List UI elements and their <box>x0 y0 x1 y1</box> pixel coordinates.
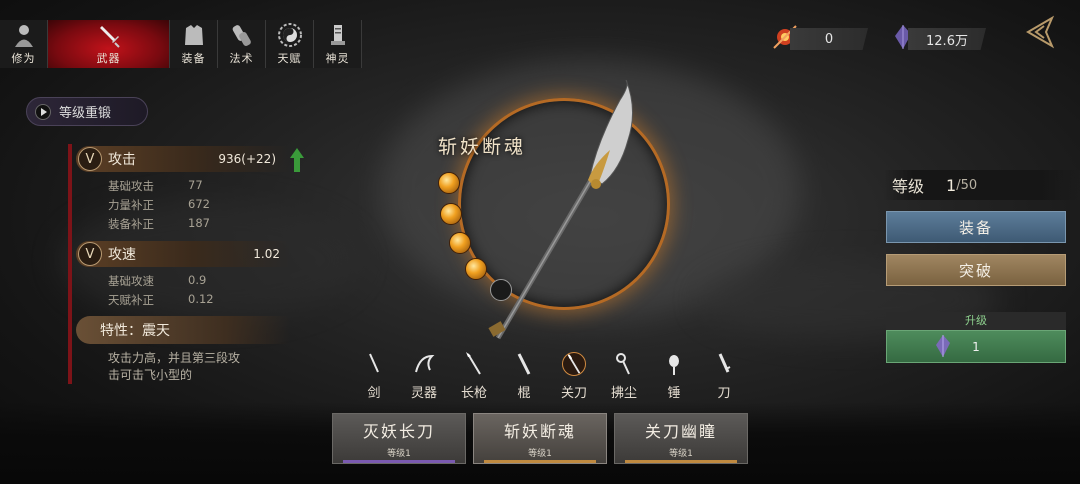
tab-cultivation[interactable]: 修为 <box>0 20 48 68</box>
tab-label: 法术 <box>229 52 254 65</box>
speed-label: 攻速 <box>108 247 136 263</box>
cultivator-icon <box>14 25 33 47</box>
equip-button[interactable]: 装备 <box>886 211 1066 243</box>
play-icon <box>35 103 51 120</box>
currency-spirit-value: 0 <box>790 28 868 50</box>
level-current: 1 <box>946 175 957 195</box>
tab-spells[interactable]: 法术 <box>218 20 266 68</box>
exit-icon[interactable] <box>1022 14 1058 50</box>
dragon-artifact-icon <box>415 354 435 373</box>
tab-label: 修为 <box>11 52 36 65</box>
arrow-up-icon <box>290 148 304 172</box>
weapon-type-staff[interactable]: 棍 <box>510 352 538 401</box>
weapon-type-whisk[interactable]: 拂尘 <box>610 352 638 401</box>
tab-talent[interactable]: 天赋 <box>266 20 314 68</box>
tab-equipment[interactable]: 装备 <box>170 20 218 68</box>
armor-icon <box>184 25 203 45</box>
tab-label: 神灵 <box>325 52 350 65</box>
trait-header: 特性：震天 <box>76 316 290 344</box>
card-accent <box>343 460 455 463</box>
star-orb <box>440 203 462 225</box>
weapon-card[interactable]: 斩妖断魂 等级1 <box>473 413 607 464</box>
speed-section[interactable]: V 攻速 1.02 <box>76 241 290 267</box>
sword-type-icon <box>369 353 379 373</box>
level-max: /50 <box>956 177 978 193</box>
attack-label: 攻击 <box>108 152 136 168</box>
shrine-icon <box>330 25 345 45</box>
tab-deity[interactable]: 神灵 <box>314 20 362 68</box>
hammer-icon <box>669 355 679 375</box>
speed-row: 天赋补正 0.12 <box>108 292 214 307</box>
level-display: 等级 1 /50 <box>884 170 1080 200</box>
tab-weapon[interactable]: 武器 <box>48 20 170 68</box>
tab-label: 天赋 <box>277 52 302 65</box>
breakthrough-button[interactable]: 突破 <box>886 254 1066 286</box>
yinyang-icon <box>277 23 302 47</box>
tab-label: 装备 <box>181 52 206 65</box>
star-orb <box>449 232 471 254</box>
trait-description: 攻击力高，并且第三段攻击可击飞小型的 <box>108 351 241 382</box>
weapon-type-hammer[interactable]: 锤 <box>660 352 688 401</box>
speed-row: 基础攻速 0.9 <box>108 273 207 288</box>
chevron-down-icon: V <box>78 147 102 171</box>
spear-icon <box>466 352 481 375</box>
attack-row: 装备补正 187 <box>108 216 210 231</box>
stats-panel: V 攻击 936(+22) 基础攻击 77 力量补正 672 装备补正 187 V 攻… <box>68 144 304 384</box>
weapon-type-artifact[interactable]: 灵器 <box>410 352 438 401</box>
tab-label: 武器 <box>96 52 121 65</box>
guandao-icon <box>562 352 586 376</box>
currency-crystal-value: 12.6万 <box>908 28 986 50</box>
upgrade-header: 升级 <box>886 312 1066 330</box>
weapon-type-spear[interactable]: 长枪 <box>460 352 488 401</box>
weapon-card[interactable]: 灭妖长刀 等级1 <box>332 413 466 464</box>
attack-section[interactable]: V 攻击 936(+22) <box>76 146 290 172</box>
top-tab-bar: 修为 武器 装备 法术 天赋 神灵 <box>0 20 362 68</box>
speed-value: 1.02 <box>253 247 280 261</box>
stats-accent-bar <box>68 144 72 384</box>
attack-value: 936(+22) <box>218 152 276 166</box>
guandao-weapon-image <box>488 80 633 340</box>
weapon-type-guandao[interactable]: 关刀 <box>560 352 588 401</box>
staff-icon <box>517 353 531 375</box>
sword-icon <box>99 26 120 48</box>
card-accent <box>484 460 596 463</box>
chevron-down-icon: V <box>78 242 102 266</box>
blade-icon <box>718 353 731 373</box>
card-accent <box>625 460 737 463</box>
attack-row: 基础攻击 77 <box>108 178 203 193</box>
spell-icon <box>232 25 251 46</box>
level-label: 等级 <box>892 177 925 196</box>
crystal-icon <box>936 335 950 357</box>
attack-row: 力量补正 672 <box>108 197 210 212</box>
reset-level-label: 等级重锻 <box>59 106 112 121</box>
weapon-type-blade[interactable]: 刀 <box>710 352 738 401</box>
weapon-type-sword[interactable]: 剑 <box>360 352 388 401</box>
star-orb <box>438 172 460 194</box>
reset-level-button[interactable]: 等级重锻 <box>26 97 148 126</box>
upgrade-button[interactable]: 1 <box>886 330 1066 363</box>
upgrade-cost: 1 <box>972 339 980 354</box>
weapon-card[interactable]: 关刀幽瞳 等级1 <box>614 413 748 464</box>
whisk-icon <box>616 353 630 375</box>
